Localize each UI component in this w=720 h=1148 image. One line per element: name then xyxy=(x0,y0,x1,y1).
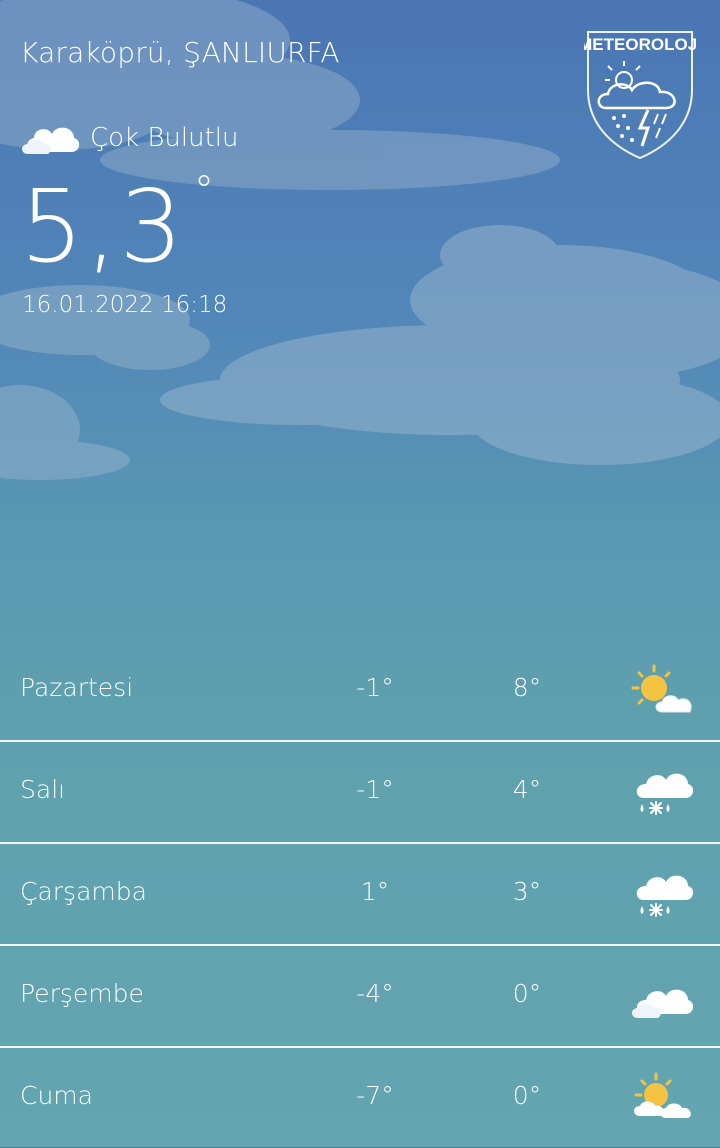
logo-text: METEOROLOJi xyxy=(584,35,696,54)
day-name: Pazartesi xyxy=(20,673,134,702)
min-temp: -1° xyxy=(356,775,394,804)
current-condition: Çok Bulutlu xyxy=(18,120,238,156)
condition-text: Çok Bulutlu xyxy=(90,123,239,153)
temperature-value: 5,3 xyxy=(20,168,186,285)
forecast-row[interactable]: Cuma -7° 0° xyxy=(0,1048,720,1148)
min-temp: -7° xyxy=(356,1081,394,1110)
cloudy-icon xyxy=(632,989,694,1018)
day-name: Perşembe xyxy=(20,979,144,1008)
day-name: Çarşamba xyxy=(20,877,147,906)
min-temp: -1° xyxy=(356,673,394,702)
degree-symbol: ° xyxy=(194,168,214,214)
max-temp: 8° xyxy=(512,673,542,702)
day-name: Salı xyxy=(20,775,66,804)
day-name: Cuma xyxy=(20,1081,93,1110)
forecast-row[interactable]: Pazartesi -1° 8° xyxy=(0,640,720,742)
observation-datetime: 16.01.2022 16:18 xyxy=(22,292,228,318)
forecast-row[interactable]: Perşembe -4° 0° xyxy=(0,946,720,1048)
current-temperature: 5,3 ° xyxy=(20,168,214,282)
partly-sunny-icon xyxy=(631,664,692,713)
sleet-icon xyxy=(636,773,694,815)
max-temp: 3° xyxy=(512,877,542,906)
sleet-icon xyxy=(636,875,694,917)
meteoroloji-logo: METEOROLOJi xyxy=(584,31,696,160)
partly-sunny-icon xyxy=(634,1072,691,1118)
forecast-row[interactable]: Çarşamba 1° 3° xyxy=(0,844,720,946)
cloudy-icon xyxy=(22,127,80,154)
location-title: Karaköprü, ŞANLIURFA xyxy=(20,36,340,69)
forecast-list: Pazartesi -1° 8° Salı -1° 4° Çarşamba 1°… xyxy=(0,640,720,1148)
max-temp: 0° xyxy=(512,1081,542,1110)
max-temp: 0° xyxy=(512,979,542,1008)
min-temp: -4° xyxy=(356,979,394,1008)
forecast-row[interactable]: Salı -1° 4° xyxy=(0,742,720,844)
max-temp: 4° xyxy=(512,775,542,804)
min-temp: 1° xyxy=(360,877,390,906)
